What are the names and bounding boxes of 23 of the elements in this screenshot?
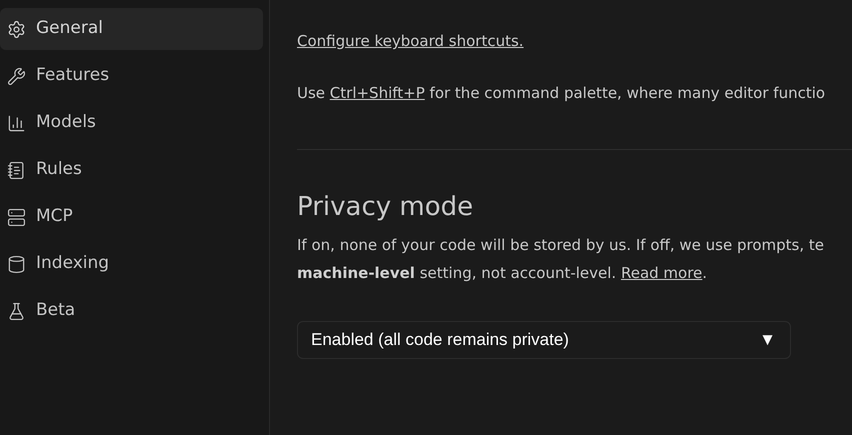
flask-icon: [7, 302, 26, 320]
sidebar-item[interactable]: Rules: [0, 149, 263, 191]
sidebar-item[interactable]: MCP: [0, 196, 263, 238]
sidebar-item[interactable]: Features: [0, 55, 263, 97]
read-more-link[interactable]: Read more: [620, 264, 702, 282]
sidebar-item[interactable]: Models: [0, 102, 263, 144]
wrench-icon: [7, 66, 26, 86]
gear-icon: [7, 20, 26, 38]
description-text: If on, none of your code will be stored by us. If off, we use prompts, te: [297, 235, 824, 256]
sidebar-item[interactable]: General: [0, 8, 263, 50]
bar-chart-icon: [7, 114, 26, 132]
shortcuts-link[interactable]: Configure keyboard shortcuts.: [297, 30, 524, 52]
caret-icon: ▼: [759, 327, 776, 353]
section-title: Privacy mode: [297, 194, 474, 220]
server-icon: [7, 208, 26, 226]
shortcut-link[interactable]: Ctrl+Shift+P: [330, 84, 425, 102]
notebook-icon: [7, 160, 26, 180]
hint-text: Use Ctrl+Shift+P for the command palette, where many editor functio: [297, 82, 826, 104]
privacy-select[interactable]: Enabled (all code remains private) ▼: [297, 321, 791, 359]
sidebar-item[interactable]: Indexing: [0, 243, 263, 285]
sidebar-item[interactable]: Beta: [0, 290, 263, 332]
description-text: machine-level setting, not account-level. Read more.: [297, 262, 708, 284]
cylinder-icon: [7, 254, 26, 274]
